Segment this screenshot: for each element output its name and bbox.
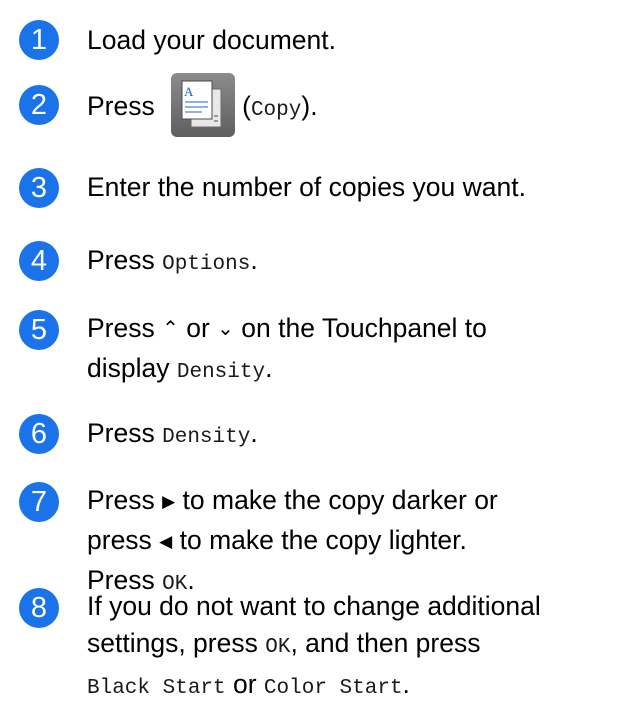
step-instruction: , and then press (290, 628, 481, 658)
step-instruction: press (87, 525, 160, 555)
punctuation: . (265, 353, 273, 383)
step-line: press ◀ to make the copy lighter. (87, 522, 622, 562)
step-instruction: on the Touchpanel to (233, 313, 487, 343)
up-arrow-icon: ⌃ (162, 318, 179, 340)
step-instruction: or (225, 669, 264, 699)
step-text: Press Density. (87, 415, 622, 456)
step-instruction: to make the copy lighter. (172, 525, 467, 555)
step-instruction: display (87, 353, 177, 383)
step-text: Press Options. (87, 242, 622, 283)
step-text: Load your document. (87, 22, 622, 59)
step-line: Black Start or Color Start. (87, 666, 622, 707)
step-number-badge: 4 (19, 241, 59, 281)
down-arrow-icon: ⌄ (217, 318, 234, 340)
left-arrow-icon: ◀ (159, 532, 173, 551)
step-number-badge: 6 (19, 414, 59, 454)
step-instruction: Enter the number of copies you want. (87, 172, 526, 202)
step-text: If you do not want to change additional … (87, 588, 622, 707)
step-number-badge: 1 (19, 20, 59, 60)
step-line: settings, press OK, and then press (87, 625, 622, 666)
black-start-label: Black Start (87, 677, 226, 700)
punctuation: . (250, 418, 258, 448)
color-start-label: Color Start (263, 677, 403, 700)
step-text: Press ⌃ or ⌄ on the Touchpanel to displa… (87, 310, 622, 391)
density-label: Density (162, 426, 251, 449)
step-line: display Density. (87, 350, 622, 391)
step-text: Press A (Copy). (87, 71, 622, 146)
svg-text:A: A (184, 84, 194, 99)
step-number-badge: 5 (19, 310, 59, 350)
step-instruction: Press (87, 485, 163, 515)
step-number-badge: 7 (19, 482, 59, 522)
step-line: Press ▶ to make the copy darker or (87, 482, 622, 522)
step-instruction: settings, press (87, 628, 266, 658)
step-instruction: If you do not want to change additional (87, 591, 541, 621)
step-number-badge: 3 (19, 168, 59, 208)
step-instruction: Press (87, 245, 163, 275)
paren-close: ). (301, 91, 318, 121)
step-text: Enter the number of copies you want. (87, 169, 622, 206)
paren-open: ( (242, 91, 251, 121)
density-label: Density (176, 361, 266, 384)
step-instruction: Load your document. (87, 25, 336, 55)
step-line: If you do not want to change additional (87, 588, 622, 625)
options-label: Options (162, 253, 251, 276)
step-instruction: Press (87, 313, 163, 343)
step-line: Press ⌃ or ⌄ on the Touchpanel to (87, 310, 622, 350)
step-instruction: Press (87, 91, 155, 121)
step-instruction: to make the copy darker or (175, 485, 498, 515)
step-instruction: or (178, 313, 218, 343)
step-number-badge: 2 (19, 85, 59, 125)
copy-label: Copy (250, 99, 302, 122)
right-arrow-icon: ▶ (162, 492, 176, 511)
step-instruction: Press (87, 418, 163, 448)
ok-label: OK (265, 636, 291, 659)
punctuation: . (402, 669, 410, 699)
punctuation: . (250, 245, 258, 275)
copy-app-icon: A (170, 72, 236, 138)
step-text: Press ▶ to make the copy darker or press… (87, 482, 622, 603)
step-number-badge: 8 (19, 588, 59, 628)
